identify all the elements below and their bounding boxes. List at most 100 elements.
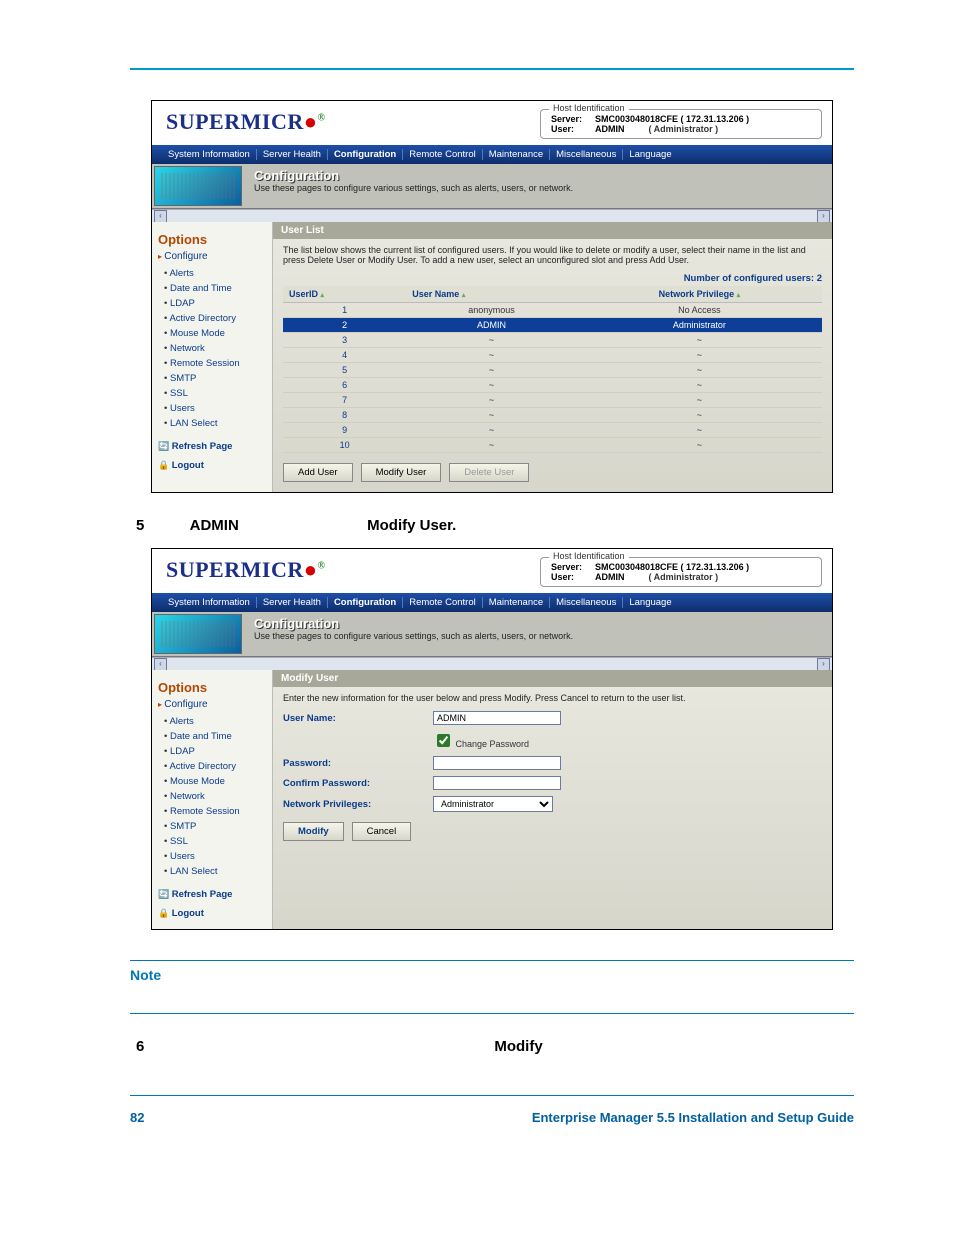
user-role: ( Administrator ) <box>649 124 719 134</box>
user-count: Number of configured users: 2 <box>283 273 822 284</box>
menu-remote-control[interactable]: Remote Control <box>403 149 483 160</box>
sidebar2-item-mouse-mode[interactable]: Mouse Mode <box>164 774 266 789</box>
sidebar-item-ssl[interactable]: SSL <box>164 386 266 401</box>
scroll-right-icon[interactable]: › <box>817 210 830 223</box>
screenshot-modify-user: SUPERMICR●® Host Identification Server:S… <box>151 548 833 930</box>
delete-user-button[interactable]: Delete User <box>449 463 529 482</box>
menu2-language[interactable]: Language <box>623 597 677 608</box>
logout-link[interactable]: Logout <box>158 460 266 471</box>
sidebar-item-active-directory[interactable]: Active Directory <box>164 311 266 326</box>
footer-rule <box>130 1095 854 1096</box>
scroll-left-icon[interactable]: ‹ <box>154 210 167 223</box>
sidebar2-item-network[interactable]: Network <box>164 789 266 804</box>
section-title: Configuration <box>254 168 822 183</box>
username-label: User Name: <box>283 713 433 724</box>
table-row[interactable]: 1anonymousNo Access <box>283 303 822 318</box>
sidebar-header-2: Options <box>158 680 266 695</box>
sidebar-header: Options <box>158 232 266 247</box>
panel-title-modify-user: Modify User <box>273 670 832 687</box>
sidebar2-item-lan-select[interactable]: LAN Select <box>164 864 266 879</box>
sidebar-item-mouse-mode[interactable]: Mouse Mode <box>164 326 266 341</box>
menu-system-information[interactable]: System Information <box>162 149 257 160</box>
col-username[interactable]: User Name ▴ <box>406 286 577 303</box>
table-row[interactable]: 5~~ <box>283 363 822 378</box>
host-id-legend: Host Identification <box>549 103 629 113</box>
menu2-system-information[interactable]: System Information <box>162 597 257 608</box>
modify-button[interactable]: Modify <box>283 822 344 841</box>
menu-maintenance[interactable]: Maintenance <box>483 149 550 160</box>
panel-title-user-list: User List <box>273 222 832 239</box>
sidebar-configure-2[interactable]: Configure <box>158 699 266 710</box>
sidebar-item-date-time[interactable]: Date and Time <box>164 281 266 296</box>
sidebar2-item-alerts[interactable]: Alerts <box>164 714 266 729</box>
add-user-button[interactable]: Add User <box>283 463 353 482</box>
menu2-miscellaneous[interactable]: Miscellaneous <box>550 597 623 608</box>
sidebar: Options Configure Alerts Date and Time L… <box>152 222 273 492</box>
sidebar-item-ldap[interactable]: LDAP <box>164 296 266 311</box>
menu-miscellaneous[interactable]: Miscellaneous <box>550 149 623 160</box>
horizontal-scrollbar-2[interactable]: ‹ › <box>152 657 832 670</box>
sidebar2-item-ssl[interactable]: SSL <box>164 834 266 849</box>
change-password-checkbox[interactable]: Change Password <box>433 731 529 750</box>
sidebar-item-remote-session[interactable]: Remote Session <box>164 356 266 371</box>
table-row[interactable]: 7~~ <box>283 393 822 408</box>
table-row[interactable]: 6~~ <box>283 378 822 393</box>
network-priv-select[interactable]: Administrator <box>433 796 553 812</box>
menu2-configuration[interactable]: Configuration <box>328 597 403 608</box>
host-identification-box: Host Identification Server:SMC003048018C… <box>540 109 822 139</box>
section-desc-2: Use these pages to configure various set… <box>254 631 822 641</box>
menu-configuration[interactable]: Configuration <box>328 149 403 160</box>
sidebar2-item-smtp[interactable]: SMTP <box>164 819 266 834</box>
menu-language[interactable]: Language <box>623 149 677 160</box>
screenshot-user-list: SUPERMICR●® Host Identification Server:S… <box>151 100 833 493</box>
page-number: 82 <box>130 1110 144 1125</box>
top-rule <box>130 68 854 70</box>
menu2-server-health[interactable]: Server Health <box>257 597 328 608</box>
col-userid[interactable]: UserID ▴ <box>283 286 406 303</box>
menu2-remote-control[interactable]: Remote Control <box>403 597 483 608</box>
table-row[interactable]: 3~~ <box>283 333 822 348</box>
menu-server-health[interactable]: Server Health <box>257 149 328 160</box>
modify-user-desc: Enter the new information for the user b… <box>283 693 822 703</box>
confirm-password-input[interactable] <box>433 776 561 790</box>
horizontal-scrollbar[interactable]: ‹ › <box>152 209 832 222</box>
note-label: Note <box>130 967 854 983</box>
scroll-left-icon-2[interactable]: ‹ <box>154 658 167 671</box>
modify-user-button[interactable]: Modify User <box>361 463 442 482</box>
sidebar-configure[interactable]: Configure <box>158 251 266 262</box>
refresh-page-link-2[interactable]: Refresh Page <box>158 889 266 900</box>
password-input[interactable] <box>433 756 561 770</box>
sidebar2-item-remote-session[interactable]: Remote Session <box>164 804 266 819</box>
table-row[interactable]: 2ADMINAdministrator <box>283 318 822 333</box>
user-label: User: <box>551 124 595 134</box>
table-row[interactable]: 9~~ <box>283 423 822 438</box>
sidebar-item-alerts[interactable]: Alerts <box>164 266 266 281</box>
header-thumbnail <box>154 166 242 206</box>
main-menu: System Information Server Health Configu… <box>152 145 832 164</box>
sidebar-item-lan-select[interactable]: LAN Select <box>164 416 266 431</box>
cancel-button[interactable]: Cancel <box>352 822 412 841</box>
sidebar2-item-ldap[interactable]: LDAP <box>164 744 266 759</box>
sidebar-item-users[interactable]: Users <box>164 401 266 416</box>
sidebar-item-network[interactable]: Network <box>164 341 266 356</box>
sidebar-item-smtp[interactable]: SMTP <box>164 371 266 386</box>
table-row[interactable]: 10~~ <box>283 438 822 453</box>
menu2-maintenance[interactable]: Maintenance <box>483 597 550 608</box>
main-menu-2: System Information Server Health Configu… <box>152 593 832 612</box>
network-priv-label: Network Privileges: <box>283 799 433 810</box>
refresh-page-link[interactable]: Refresh Page <box>158 441 266 452</box>
note-rule-top <box>130 960 854 961</box>
user-value: ADMIN <box>595 124 625 134</box>
sidebar2-item-users[interactable]: Users <box>164 849 266 864</box>
password-label: Password: <box>283 758 433 769</box>
sidebar2-item-date-time[interactable]: Date and Time <box>164 729 266 744</box>
confirm-password-label: Confirm Password: <box>283 778 433 789</box>
table-row[interactable]: 4~~ <box>283 348 822 363</box>
username-input[interactable] <box>433 711 561 725</box>
scroll-right-icon-2[interactable]: › <box>817 658 830 671</box>
sidebar2-item-active-directory[interactable]: Active Directory <box>164 759 266 774</box>
col-privilege[interactable]: Network Privilege ▴ <box>577 286 822 303</box>
table-row[interactable]: 8~~ <box>283 408 822 423</box>
section-title-2: Configuration <box>254 616 822 631</box>
logout-link-2[interactable]: Logout <box>158 908 266 919</box>
